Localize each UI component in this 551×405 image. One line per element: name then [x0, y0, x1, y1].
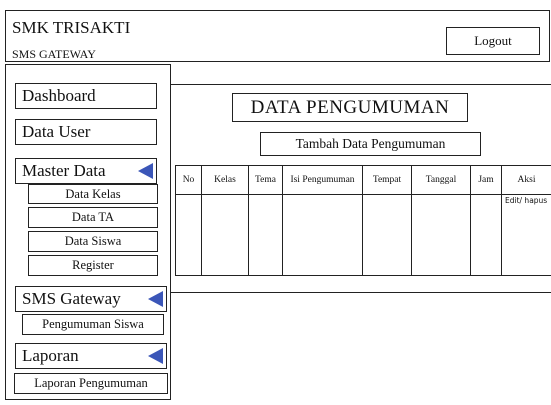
table-cell [470, 194, 502, 276]
table-cell [411, 194, 471, 276]
edit-delete-link[interactable]: Edit/ hapus [502, 195, 551, 205]
table-cell [248, 194, 283, 276]
sidebar-item-label: Master Data [22, 161, 106, 180]
sidebar-subitem-pengumuman-siswa[interactable]: Pengumuman Siswa [22, 314, 164, 335]
app-subtitle: SMS GATEWAY [12, 47, 96, 61]
column-header-tanggal: Tanggal [411, 165, 471, 195]
column-header-isi-pengumuman: Isi Pengumuman [282, 165, 363, 195]
page-title: DATA PENGUMUMAN [232, 93, 468, 122]
column-header-no: No [175, 165, 202, 195]
column-header-tempat: Tempat [362, 165, 412, 195]
table-cell [201, 194, 249, 276]
column-header-tema: Tema [248, 165, 283, 195]
logout-button[interactable]: Logout [446, 27, 540, 55]
sidebar-subitem-data-ta[interactable]: Data TA [28, 207, 158, 228]
column-header-aksi: Aksi [501, 165, 551, 195]
column-header-jam: Jam [470, 165, 502, 195]
sidebar-subitem-register[interactable]: Register [28, 255, 158, 276]
sidebar-item-dashboard[interactable]: Dashboard [15, 83, 157, 109]
chevron-left-icon[interactable] [148, 348, 163, 364]
table-header-row: No Kelas Tema Isi Pengumuman Tempat Tang… [175, 165, 551, 195]
announcement-table: No Kelas Tema Isi Pengumuman Tempat Tang… [175, 165, 551, 276]
chevron-left-icon[interactable] [138, 163, 153, 179]
sidebar-subitem-data-kelas[interactable]: Data Kelas [28, 184, 158, 204]
add-announcement-button[interactable]: Tambah Data Pengumuman [260, 132, 481, 156]
table-cell [282, 194, 363, 276]
sidebar-subitem-laporan-pengumuman[interactable]: Laporan Pengumuman [14, 373, 168, 394]
chevron-left-icon[interactable] [148, 291, 163, 307]
sidebar-subitem-data-siswa[interactable]: Data Siswa [28, 231, 158, 252]
sidebar-item-data-user[interactable]: Data User [15, 119, 157, 145]
sidebar-item-master-data[interactable]: Master Data [15, 158, 157, 184]
app-title: SMK TRISAKTI [12, 18, 131, 37]
table-cell [175, 194, 202, 276]
sidebar-item-label: Laporan [22, 346, 79, 365]
column-header-kelas: Kelas [201, 165, 249, 195]
table-row: Edit/ hapus [175, 194, 551, 276]
table-cell-actions: Edit/ hapus [501, 194, 551, 276]
sidebar-item-label: SMS Gateway [22, 289, 121, 308]
sidebar-item-sms-gateway[interactable]: SMS Gateway [15, 286, 167, 312]
sidebar-item-laporan[interactable]: Laporan [15, 343, 167, 369]
table-cell [362, 194, 412, 276]
